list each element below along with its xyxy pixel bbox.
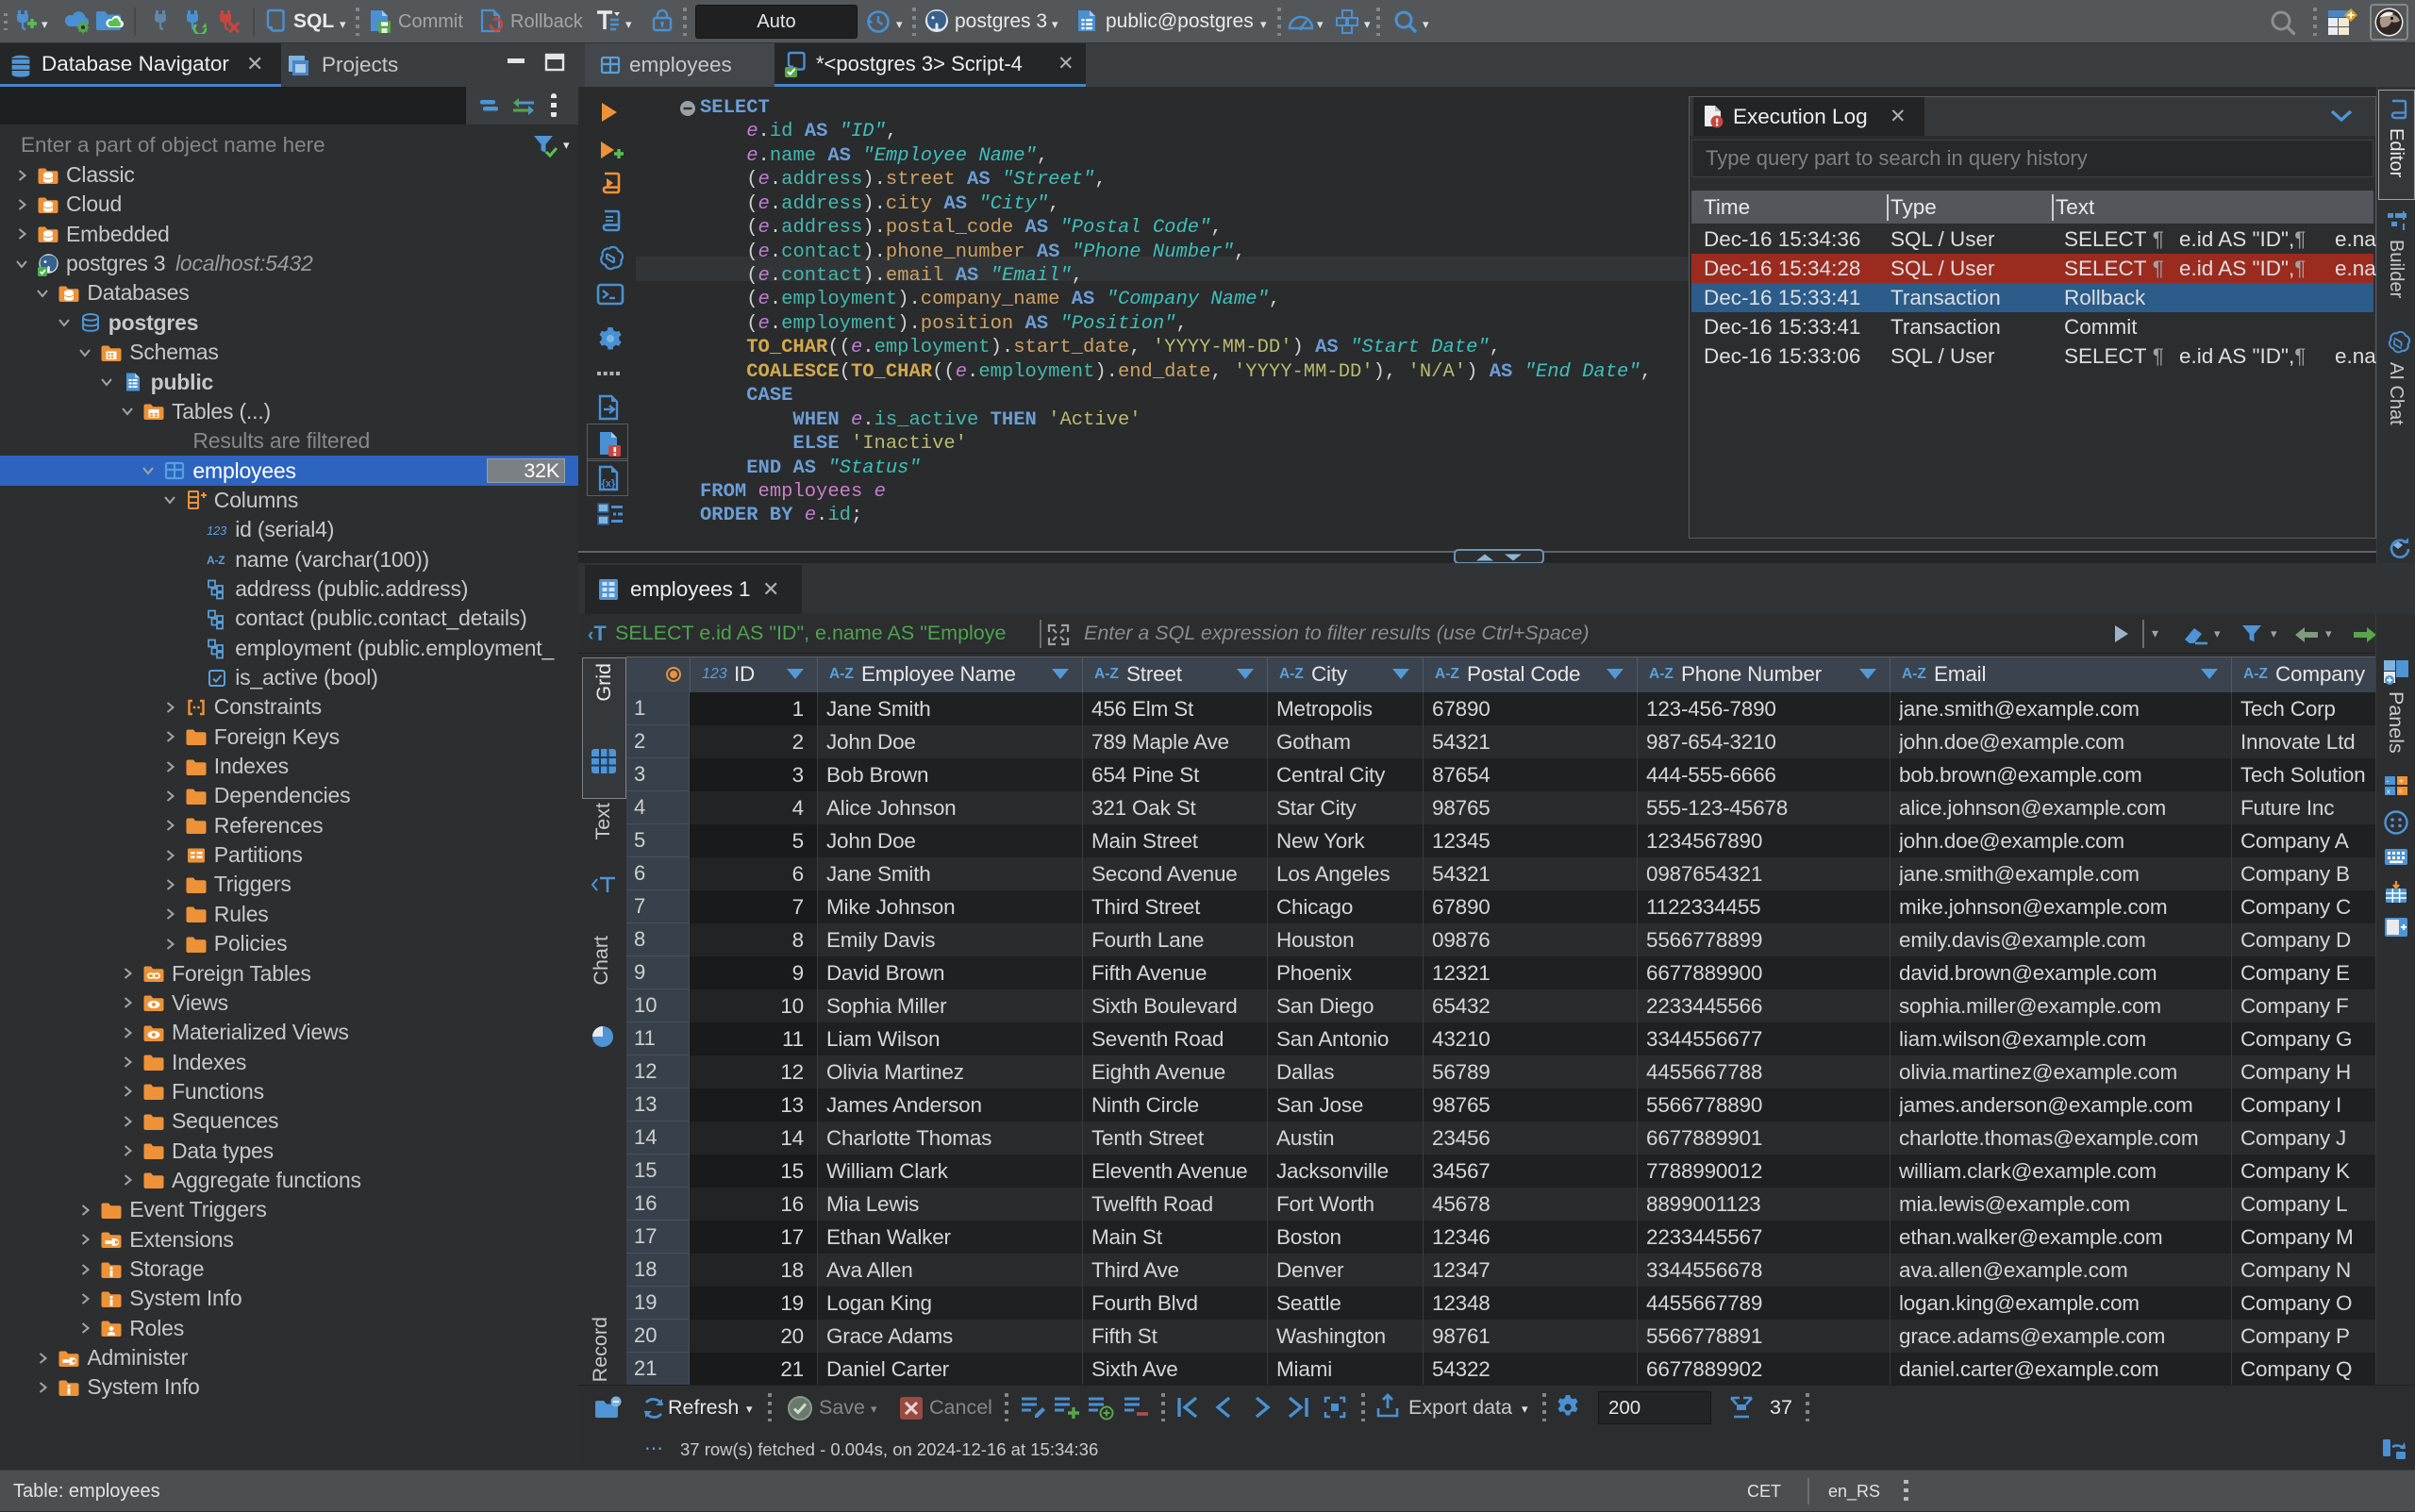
svg-text:x: x: [2387, 789, 2390, 796]
svg-text:{x}: {x}: [602, 478, 616, 490]
svg-text:123: 123: [207, 523, 227, 538]
svg-text:=: =: [2399, 789, 2403, 796]
svg-text:+: +: [2399, 777, 2404, 786]
svg-text:-: -: [2387, 777, 2390, 786]
svg-text:A-Z: A-Z: [207, 554, 225, 567]
